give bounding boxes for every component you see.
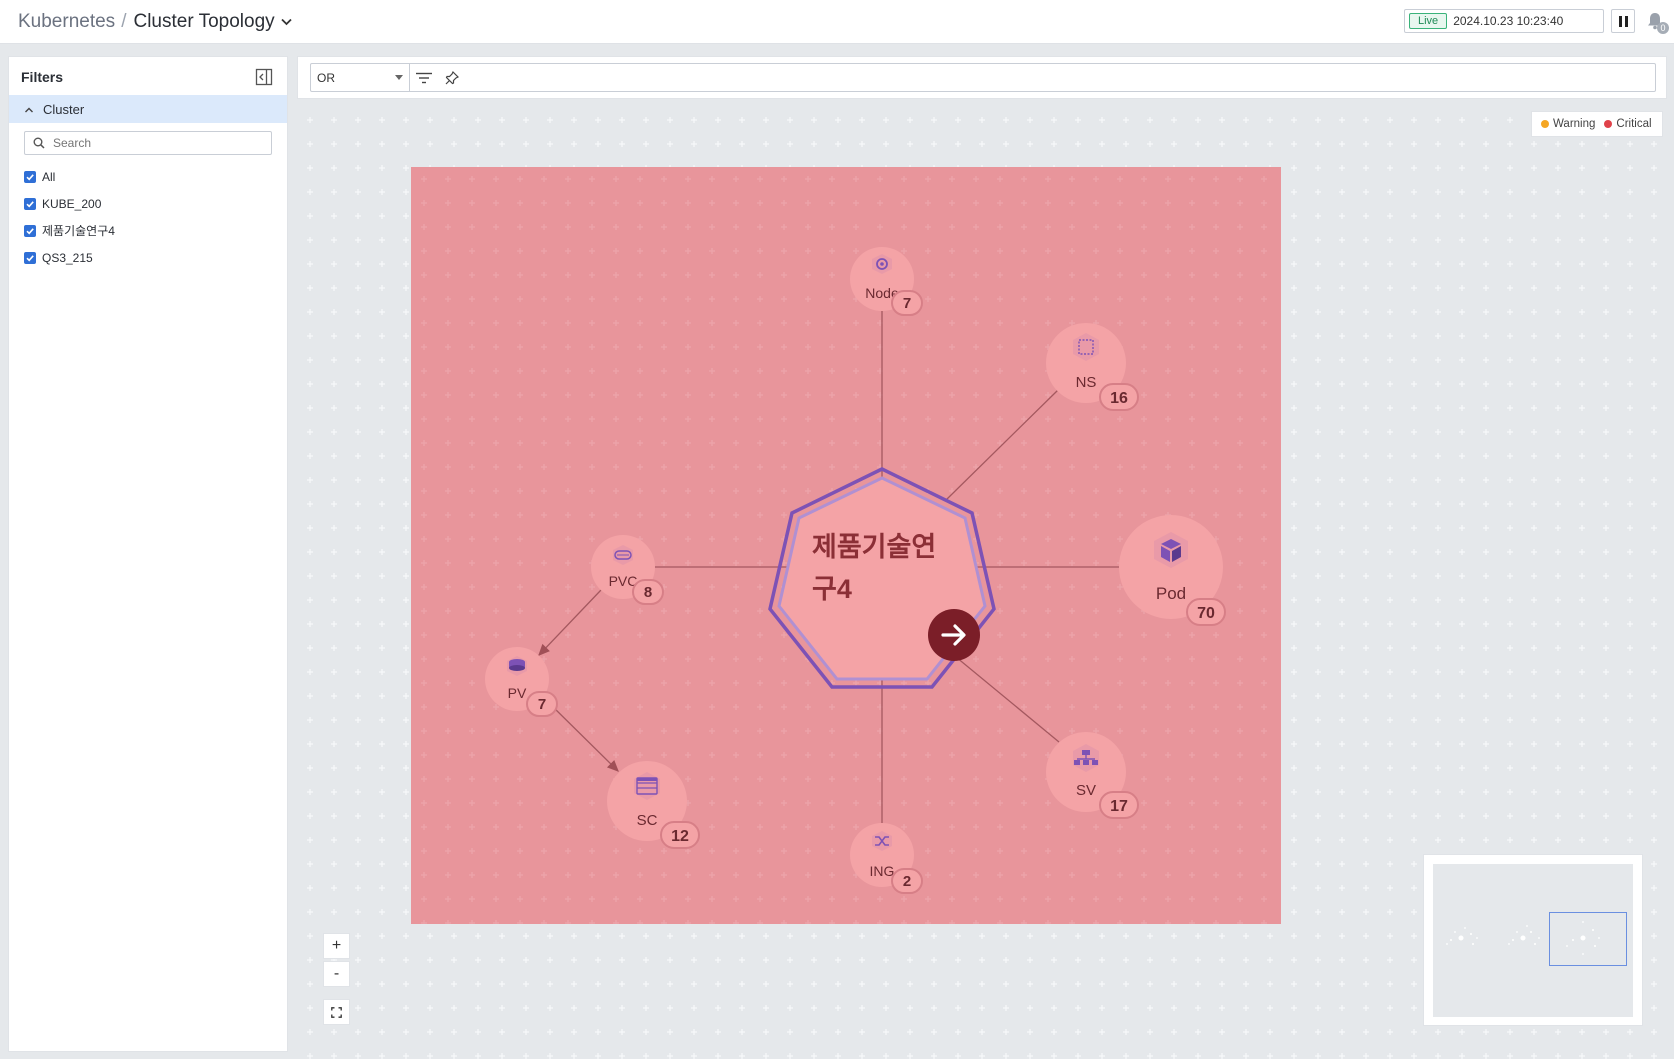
page-title[interactable]: Cluster Topology xyxy=(133,11,274,33)
pause-icon xyxy=(1618,15,1622,27)
minimap-canvas[interactable] xyxy=(1433,864,1633,1017)
checkbox-row-all[interactable]: All xyxy=(24,163,115,190)
fullscreen-icon xyxy=(331,1006,342,1018)
pod-count-badge: 70 xyxy=(1186,598,1226,626)
zoom-out-button[interactable]: - xyxy=(323,961,350,987)
pause-button[interactable] xyxy=(1611,9,1635,33)
svg-text:7: 7 xyxy=(538,696,546,713)
chevron-down-icon[interactable] xyxy=(281,16,293,28)
svg-text:2: 2 xyxy=(903,873,911,890)
checkbox-label: 제품기술연구4 xyxy=(42,224,115,238)
sv-label: SV xyxy=(1076,782,1096,799)
svg-text:7: 7 xyxy=(903,295,911,312)
checkbox-checked-icon[interactable] xyxy=(24,170,36,183)
fit-view-button[interactable] xyxy=(323,999,350,1025)
cluster-checkbox-list: All KUBE_200 제품기술연구4 QS3_215 xyxy=(24,163,115,271)
legend-critical-label: Critical xyxy=(1616,118,1652,130)
operator-value: OR xyxy=(317,70,335,85)
breadcrumb-root[interactable]: Kubernetes xyxy=(18,11,115,33)
legend-critical: Critical xyxy=(1604,118,1652,130)
filters-sidebar: Filters Cluster All KUBE_200 제품기술연 xyxy=(8,56,288,1052)
svg-text:12: 12 xyxy=(671,828,689,845)
checkbox-row-cluster-4[interactable]: 제품기술연구4 xyxy=(24,217,115,244)
ing-label: ING xyxy=(870,863,895,879)
pv-label: PV xyxy=(508,685,527,701)
ns-label: NS xyxy=(1076,374,1097,391)
filter-bar[interactable]: OR xyxy=(310,63,1656,92)
sidebar-title: Filters xyxy=(21,69,64,85)
cluster-topology-graph: 제품기술연 구4 Node 7 NS 16 Pod 70 SV 17 ING 2… xyxy=(411,167,1281,924)
sv-count-badge: 17 xyxy=(1099,791,1139,819)
pin-icon[interactable] xyxy=(438,64,466,91)
top-header: Kubernetes / Cluster Topology Live 2024.… xyxy=(0,0,1674,44)
checkbox-label: KUBE_200 xyxy=(42,196,102,211)
critical-dot-icon xyxy=(1604,120,1613,128)
checkbox-checked-icon[interactable] xyxy=(24,224,36,237)
cluster-section-label: Cluster xyxy=(43,101,85,117)
node-count-badge: 7 xyxy=(891,290,923,316)
checkbox-checked-icon[interactable] xyxy=(24,251,36,264)
cluster-section-header[interactable]: Cluster xyxy=(9,95,287,123)
sc-label: SC xyxy=(637,812,658,829)
minimap[interactable] xyxy=(1423,854,1643,1026)
checkbox-row-kube-200[interactable]: KUBE_200 xyxy=(24,190,115,217)
svg-text:8: 8 xyxy=(644,584,652,601)
cluster-search-box[interactable] xyxy=(24,131,272,155)
live-time-display[interactable]: Live 2024.10.23 10:23:40 xyxy=(1404,9,1604,33)
notification-count-badge: 0 xyxy=(1657,22,1669,34)
checkbox-label: QS3_215 xyxy=(42,250,93,265)
cluster-detail-button[interactable] xyxy=(928,609,980,661)
filter-icon[interactable] xyxy=(410,64,438,91)
live-badge: Live xyxy=(1409,13,1448,29)
warning-dot-icon xyxy=(1541,120,1549,128)
cluster-search-input[interactable] xyxy=(53,136,253,150)
minimap-viewport[interactable] xyxy=(1549,912,1627,966)
zoom-in-button[interactable]: + xyxy=(323,933,350,959)
filter-toolbar: OR xyxy=(297,56,1667,99)
checkbox-checked-icon[interactable] xyxy=(24,197,36,210)
legend-warning-label: Warning xyxy=(1553,118,1596,130)
notification-button[interactable]: 0 xyxy=(1645,10,1669,34)
legend-warning: Warning xyxy=(1541,118,1595,130)
timestamp: 2024.10.23 10:23:40 xyxy=(1453,14,1564,28)
checkbox-label: All xyxy=(42,169,56,184)
svg-text:70: 70 xyxy=(1197,605,1215,622)
svg-text:16: 16 xyxy=(1110,390,1128,407)
breadcrumb: Kubernetes / Cluster Topology xyxy=(18,11,293,33)
caret-down-icon xyxy=(395,75,403,80)
ns-count-badge: 16 xyxy=(1099,383,1139,411)
pod-label: Pod xyxy=(1156,584,1186,603)
svg-text:17: 17 xyxy=(1110,798,1128,815)
search-icon xyxy=(33,137,45,149)
operator-select[interactable]: OR xyxy=(311,64,410,91)
chevron-up-icon xyxy=(23,103,35,115)
breadcrumb-separator: / xyxy=(121,11,127,32)
pv-count-badge: 7 xyxy=(526,691,558,717)
checkbox-row-qs3-215[interactable]: QS3_215 xyxy=(24,244,115,271)
status-legend: Warning Critical xyxy=(1531,111,1663,137)
cluster-name-line1: 제품기술연 xyxy=(812,532,936,562)
ing-count-badge: 2 xyxy=(891,868,923,894)
pvc-count-badge: 8 xyxy=(632,579,664,605)
collapse-sidebar-icon[interactable] xyxy=(255,68,273,86)
pvc-label: PVC xyxy=(609,573,638,589)
sc-count-badge: 12 xyxy=(660,821,700,849)
cluster-name-line2: 구4 xyxy=(812,574,852,604)
